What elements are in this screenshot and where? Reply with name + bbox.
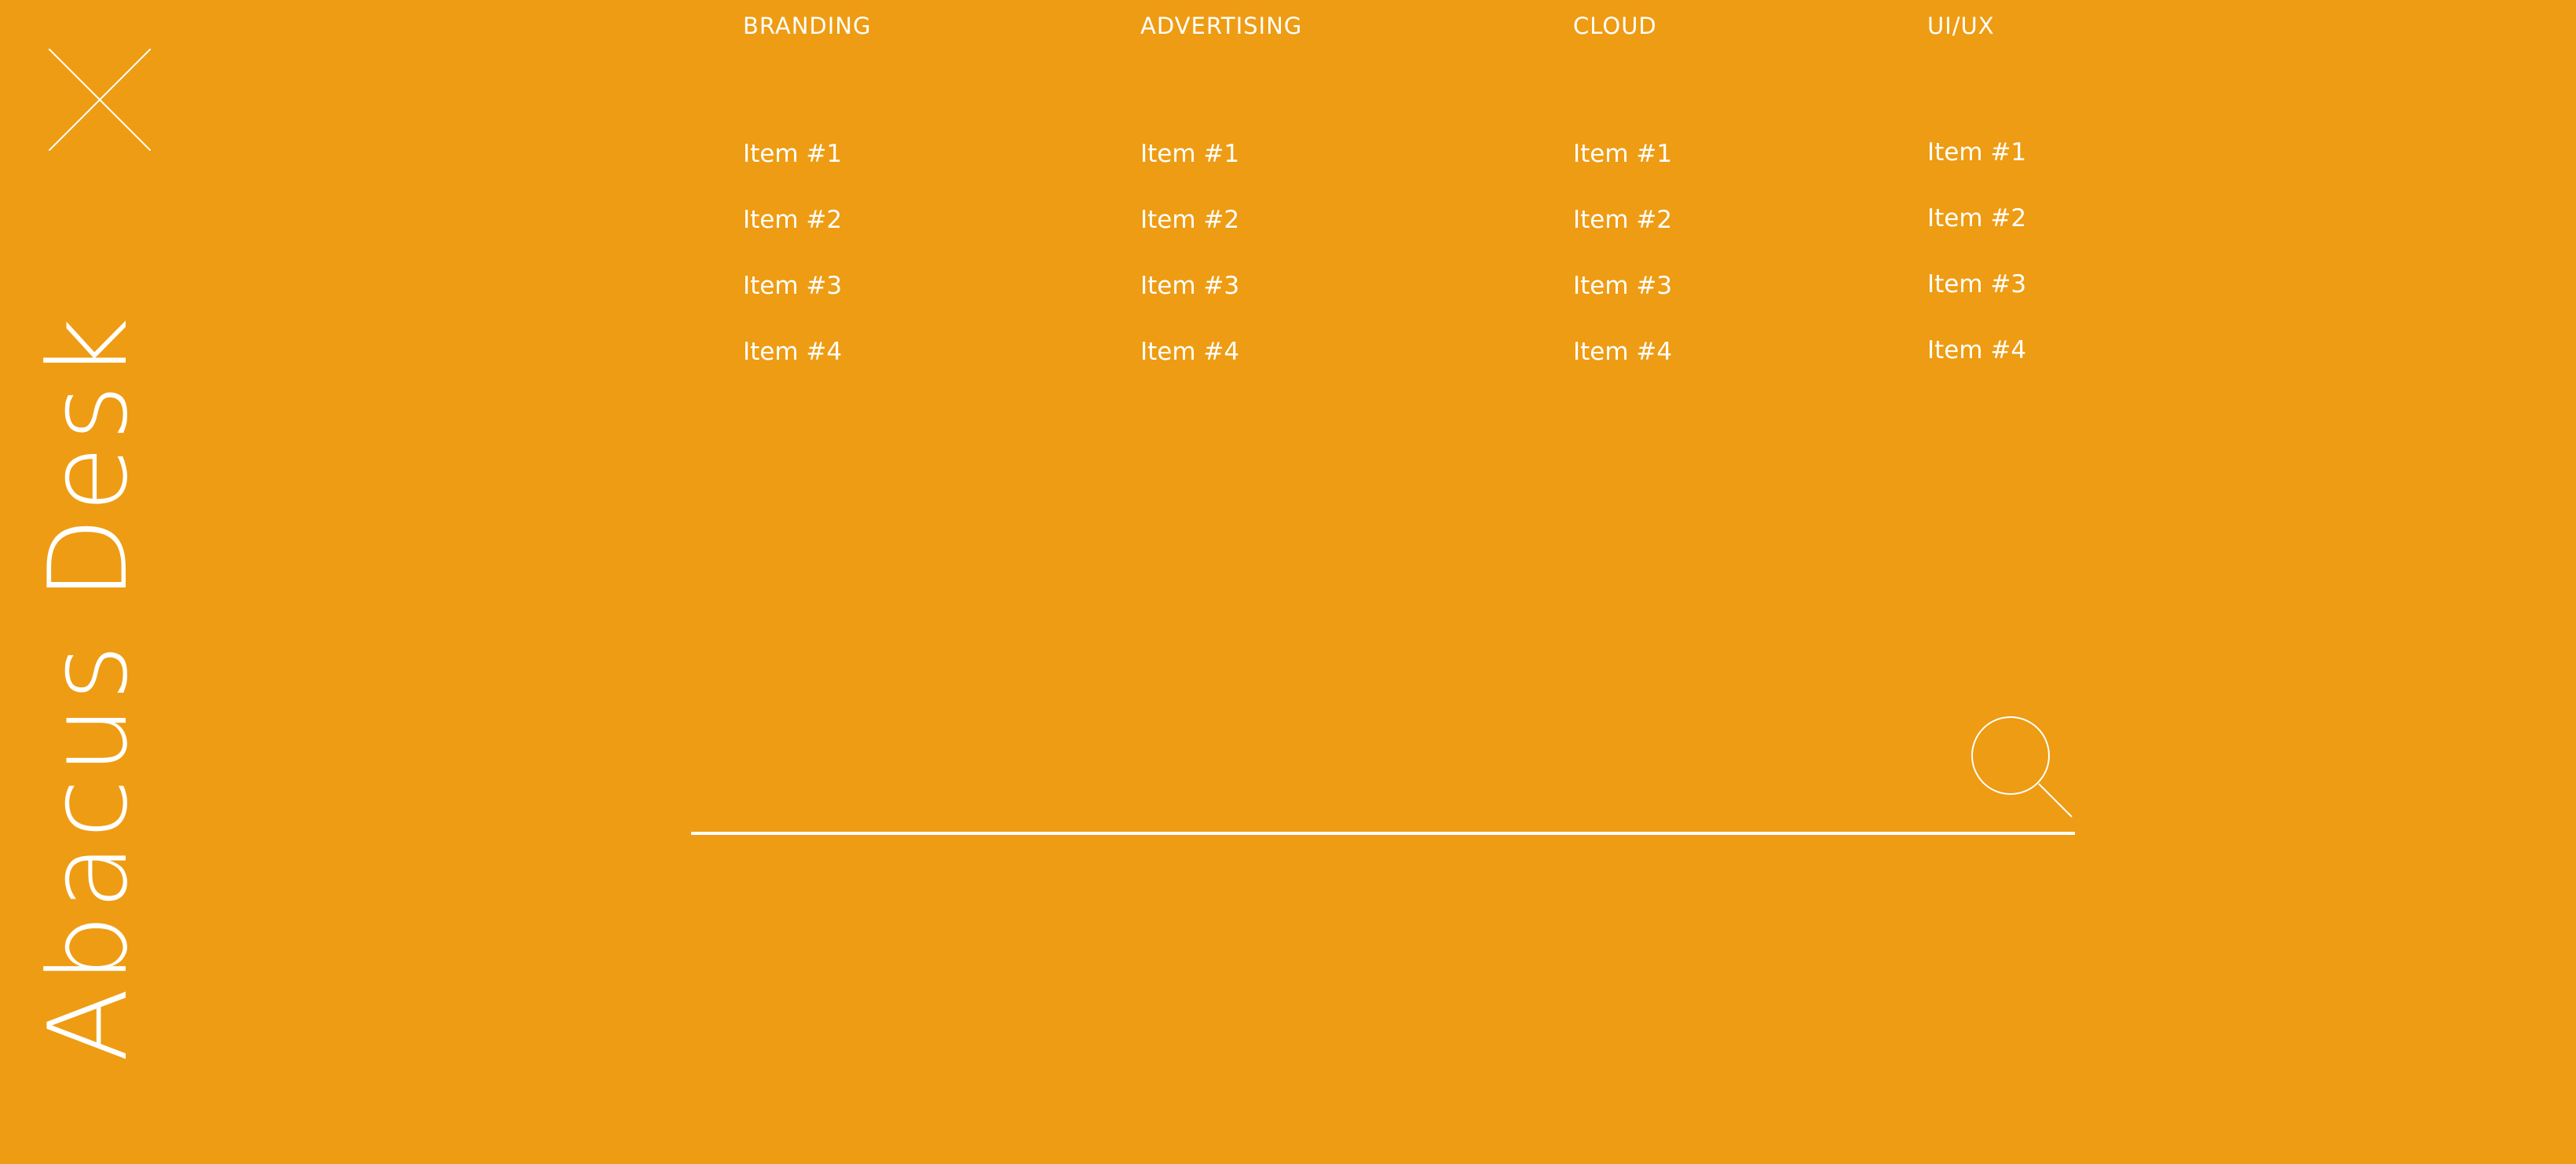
menu-item[interactable]: Item #3 [1140,270,1239,302]
menu-item[interactable]: Item #4 [1927,335,2026,366]
menu-item[interactable]: Item #3 [1927,269,2026,300]
search-input[interactable] [691,762,1956,825]
menu-item[interactable]: Item #1 [743,138,842,170]
menu-heading-advertising[interactable]: ADVERTISING [1140,13,1302,39]
menu-heading-branding[interactable]: BRANDING [743,13,871,39]
menu-item[interactable]: Item #3 [743,270,842,302]
menu-item[interactable]: Item #4 [1140,336,1239,368]
search-underline [691,832,2075,835]
menu-item[interactable]: Item #2 [1573,204,1672,236]
menu-column-advertising: ADVERTISING Item #1 Item #2 Item #3 Item… [1140,13,1302,366]
menu-item[interactable]: Item #2 [1140,204,1239,236]
menu-column-cloud: CLOUD Item #1 Item #2 Item #3 Item #4 [1573,13,1672,366]
menu-column-branding: BRANDING Item #1 Item #2 Item #3 Item #4 [743,13,871,366]
menu-item[interactable]: Item #1 [1140,138,1239,170]
menu-item[interactable]: Item #3 [1573,270,1672,302]
menu-item[interactable]: Item #1 [1927,137,2026,168]
menu-overlay: Abacus Desk BRANDING Item #1 Item #2 Ite… [0,0,2576,1164]
menu-item[interactable]: Item #2 [743,204,842,236]
menu-heading-cloud[interactable]: CLOUD [1573,13,1657,39]
menu-item[interactable]: Item #4 [1573,336,1672,368]
search-bar [691,707,2075,837]
search-button[interactable] [1971,716,2075,820]
menu-heading-uiux[interactable]: UI/UX [1927,13,1995,39]
brand-title: Abacus Desk [25,312,152,1063]
close-button[interactable] [49,49,151,151]
menu-column-uiux: UI/UX Item #1 Item #2 Item #3 Item #4 [1927,13,2026,364]
close-icon[interactable] [49,49,151,151]
menu-item[interactable]: Item #4 [743,336,842,368]
menu-item[interactable]: Item #1 [1573,138,1672,170]
search-icon[interactable] [1971,716,2075,820]
menu-item[interactable]: Item #2 [1927,203,2026,234]
